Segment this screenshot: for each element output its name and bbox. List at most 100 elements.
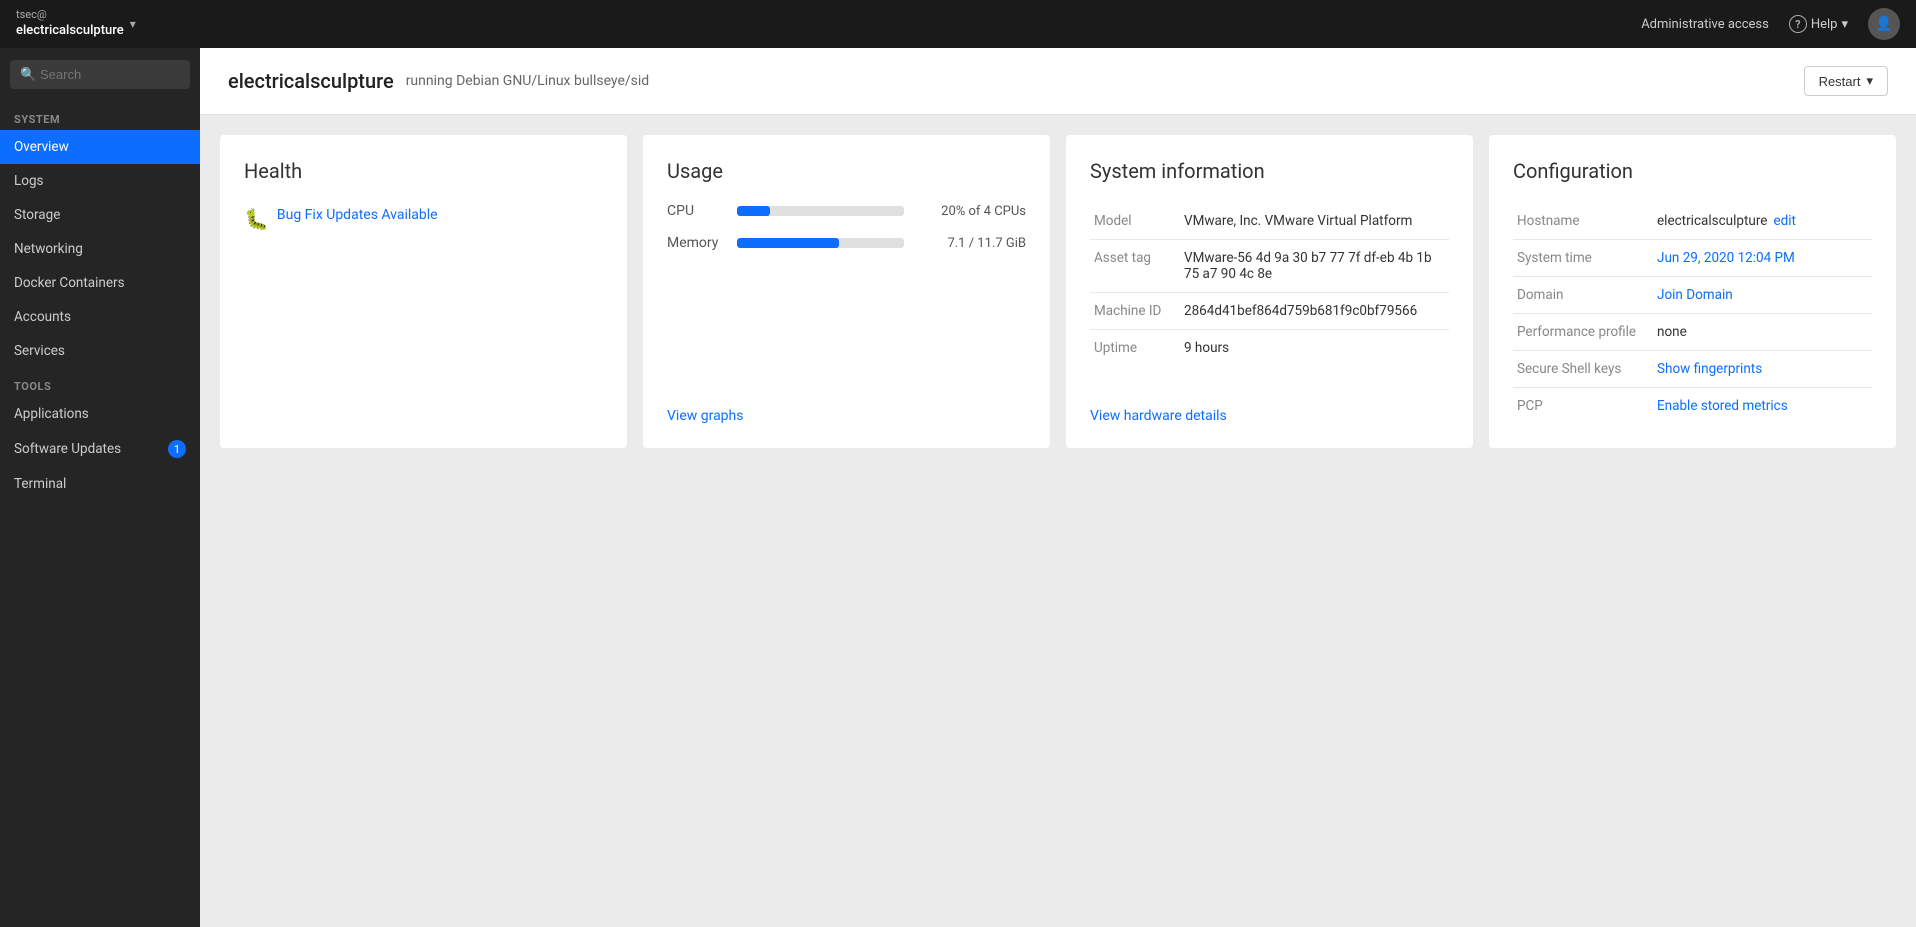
table-row: System time Jun 29, 2020 12:04 PM xyxy=(1513,240,1872,277)
hostname-value: electricalsculpture xyxy=(1657,213,1767,229)
bug-icon: 🐛 xyxy=(244,207,269,231)
join-domain-link[interactable]: Join Domain xyxy=(1657,287,1733,303)
view-graphs-link[interactable]: View graphs xyxy=(667,392,1026,424)
sidebar-item-networking-label: Networking xyxy=(14,241,83,257)
header-actions: Restart ▾ xyxy=(1804,66,1888,96)
sidebar-item-overview[interactable]: Overview xyxy=(0,130,200,164)
section-label-tools: Tools xyxy=(0,368,200,397)
search-input[interactable] xyxy=(10,60,190,89)
user-menu-chevron[interactable]: ▾ xyxy=(130,17,136,31)
table-row: Asset tag VMware-56 4d 9a 30 b7 77 7f df… xyxy=(1090,240,1449,293)
topbar-user[interactable]: tsec@ electricalsculpture ▾ xyxy=(16,8,216,39)
health-card-title: Health xyxy=(244,159,603,183)
perf-profile-label: Performance profile xyxy=(1513,314,1653,351)
asset-tag-value: VMware-56 4d 9a 30 b7 77 7f df-eb 4b 1b … xyxy=(1180,240,1449,293)
sysinfo-card: System information Model VMware, Inc. VM… xyxy=(1066,135,1473,448)
memory-label: Memory xyxy=(667,235,725,251)
sidebar-item-terminal-label: Terminal xyxy=(14,476,66,492)
help-icon: ? xyxy=(1789,15,1807,33)
sidebar-item-terminal[interactable]: Terminal xyxy=(0,467,200,501)
sidebar-item-applications-label: Applications xyxy=(14,406,89,422)
page-title: electricalsculpture xyxy=(228,69,394,93)
memory-bar-fill xyxy=(737,238,839,248)
sysinfo-card-title: System information xyxy=(1090,159,1449,183)
sidebar-item-storage[interactable]: Storage xyxy=(0,198,200,232)
topbar-right: Administrative access ? Help ▾ 👤 xyxy=(1641,8,1900,40)
table-row: Performance profile none xyxy=(1513,314,1872,351)
system-time-label: System time xyxy=(1513,240,1653,277)
memory-row: Memory 7.1 / 11.7 GiB xyxy=(667,235,1026,251)
main-content: electricalsculpture running Debian GNU/L… xyxy=(200,48,1916,927)
memory-value: 7.1 / 11.7 GiB xyxy=(916,236,1026,251)
sidebar-item-accounts-label: Accounts xyxy=(14,309,71,325)
table-row: Model VMware, Inc. VMware Virtual Platfo… xyxy=(1090,203,1449,240)
help-button[interactable]: ? Help ▾ xyxy=(1789,15,1848,33)
table-row: Machine ID 2864d41bef864d759b681f9c0bf79… xyxy=(1090,293,1449,330)
health-card: Health 🐛 Bug Fix Updates Available xyxy=(220,135,627,448)
table-row: PCP Enable stored metrics xyxy=(1513,388,1872,425)
machine-id-label: Machine ID xyxy=(1090,293,1180,330)
table-row: Uptime 9 hours xyxy=(1090,330,1449,367)
cpu-value: 20% of 4 CPUs xyxy=(916,204,1026,219)
system-time-cell: Jun 29, 2020 12:04 PM xyxy=(1653,240,1872,277)
sidebar-item-applications[interactable]: Applications xyxy=(0,397,200,431)
table-row: Hostname electricalsculpture edit xyxy=(1513,203,1872,240)
sidebar-item-docker-containers[interactable]: Docker Containers xyxy=(0,266,200,300)
sidebar-item-overview-label: Overview xyxy=(14,139,69,155)
usage-card: Usage CPU 20% of 4 CPUs Memory 7.1 / 11.… xyxy=(643,135,1050,448)
usage-card-title: Usage xyxy=(667,159,1026,183)
sidebar-item-services[interactable]: Services xyxy=(0,334,200,368)
uptime-value: 9 hours xyxy=(1180,330,1449,367)
config-card: Configuration Hostname electricalsculptu… xyxy=(1489,135,1896,448)
sidebar-item-storage-label: Storage xyxy=(14,207,60,223)
cpu-label: CPU xyxy=(667,203,725,219)
admin-access-label: Administrative access xyxy=(1641,17,1769,32)
cpu-row: CPU 20% of 4 CPUs xyxy=(667,203,1026,219)
main-header: electricalsculpture running Debian GNU/L… xyxy=(200,48,1916,115)
sidebar-item-accounts[interactable]: Accounts xyxy=(0,300,200,334)
hostname-label: Hostname xyxy=(1513,203,1653,240)
pcp-cell: Enable stored metrics xyxy=(1653,388,1872,425)
page-subtitle: running Debian GNU/Linux bullseye/sid xyxy=(406,73,650,89)
sidebar: 🔍 System Overview Logs Storage Networkin… xyxy=(0,48,200,927)
health-bug-row: 🐛 Bug Fix Updates Available xyxy=(244,207,603,231)
system-time-link[interactable]: Jun 29, 2020 12:04 PM xyxy=(1657,250,1795,266)
uptime-label: Uptime xyxy=(1090,330,1180,367)
cpu-bar-wrap xyxy=(737,206,904,216)
domain-label: Domain xyxy=(1513,277,1653,314)
bug-fix-link[interactable]: Bug Fix Updates Available xyxy=(277,207,438,223)
sidebar-item-software-updates[interactable]: Software Updates 1 xyxy=(0,431,200,467)
restart-button[interactable]: Restart ▾ xyxy=(1804,66,1888,96)
restart-label: Restart xyxy=(1819,74,1861,89)
username-line2: electricalsculpture xyxy=(16,23,124,40)
memory-bar-wrap xyxy=(737,238,904,248)
hostname-edit-link[interactable]: edit xyxy=(1773,213,1795,229)
sidebar-item-services-label: Services xyxy=(14,343,65,359)
cards-grid: Health 🐛 Bug Fix Updates Available Usage… xyxy=(200,115,1916,468)
enable-stored-metrics-link[interactable]: Enable stored metrics xyxy=(1657,398,1788,414)
table-row: Domain Join Domain xyxy=(1513,277,1872,314)
perf-profile-value: none xyxy=(1653,314,1872,351)
model-value: VMware, Inc. VMware Virtual Platform xyxy=(1180,203,1449,240)
asset-tag-label: Asset tag xyxy=(1090,240,1180,293)
hostname-cell: electricalsculpture edit xyxy=(1653,203,1872,240)
sidebar-item-logs-label: Logs xyxy=(14,173,44,189)
cpu-bar-fill xyxy=(737,206,770,216)
topbar: tsec@ electricalsculpture ▾ Administrati… xyxy=(0,0,1916,48)
view-hardware-link[interactable]: View hardware details xyxy=(1090,392,1449,424)
software-updates-badge: 1 xyxy=(168,440,186,458)
help-chevron: ▾ xyxy=(1841,17,1848,32)
config-table: Hostname electricalsculpture edit System… xyxy=(1513,203,1872,424)
config-card-title: Configuration xyxy=(1513,159,1872,183)
ssh-keys-label: Secure Shell keys xyxy=(1513,351,1653,388)
help-label: Help xyxy=(1811,17,1838,32)
sidebar-item-logs[interactable]: Logs xyxy=(0,164,200,198)
sidebar-item-networking[interactable]: Networking xyxy=(0,232,200,266)
pcp-label: PCP xyxy=(1513,388,1653,425)
show-fingerprints-link[interactable]: Show fingerprints xyxy=(1657,361,1762,377)
hostname-wrap: electricalsculpture edit xyxy=(1657,213,1868,229)
avatar[interactable]: 👤 xyxy=(1868,8,1900,40)
sysinfo-table: Model VMware, Inc. VMware Virtual Platfo… xyxy=(1090,203,1449,366)
search-wrap: 🔍 xyxy=(10,60,190,89)
username-line1: tsec@ xyxy=(16,8,124,22)
